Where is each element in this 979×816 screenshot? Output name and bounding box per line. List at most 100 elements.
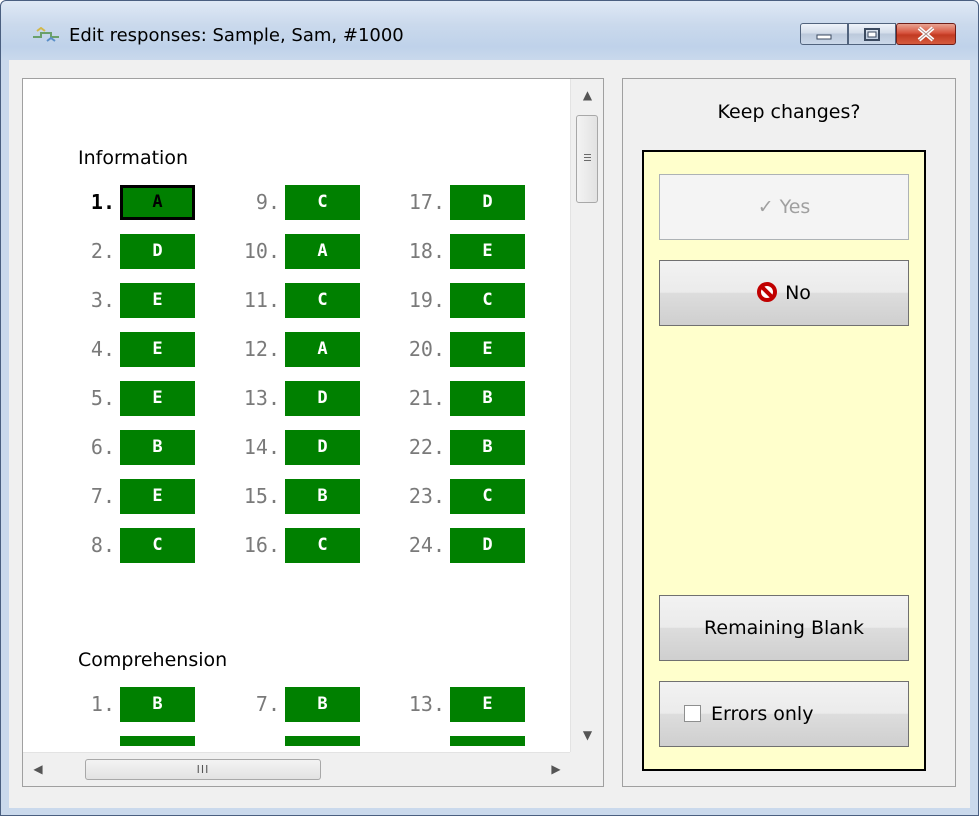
answer-box[interactable]: D xyxy=(285,381,360,416)
answer-box-partial[interactable] xyxy=(120,736,195,746)
answer-box[interactable]: C xyxy=(285,283,360,318)
response-item[interactable]: 23. C xyxy=(405,479,525,514)
answer-box[interactable]: E xyxy=(120,332,195,367)
response-item[interactable]: 24. D xyxy=(405,528,525,563)
scroll-left-arrow[interactable]: ◀ xyxy=(23,753,53,786)
response-item[interactable]: 9. C xyxy=(240,185,360,220)
response-item[interactable]: 22. B xyxy=(405,430,525,465)
title-bar: Edit responses: Sample, Sam, #1000 xyxy=(1,1,978,59)
errors-only-label: Errors only xyxy=(711,703,814,725)
response-item[interactable]: 15. B xyxy=(240,479,360,514)
answer-box-partial[interactable] xyxy=(285,736,360,746)
response-item[interactable]: 12. A xyxy=(240,332,360,367)
response-item[interactable]: 6. B xyxy=(75,430,195,465)
response-item[interactable]: 19. C xyxy=(405,283,525,318)
question-number: 6. xyxy=(90,435,115,459)
horizontal-scroll-thumb[interactable]: III xyxy=(85,759,321,780)
answer-box[interactable]: B xyxy=(450,430,525,465)
question-number: 5. xyxy=(90,386,115,410)
question-number: 2. xyxy=(90,239,115,263)
answer-box[interactable]: D xyxy=(120,234,195,269)
answer-box[interactable]: B xyxy=(120,430,195,465)
answer-box[interactable]: E xyxy=(450,234,525,269)
question-number: 3. xyxy=(90,288,115,312)
question-number: 7. xyxy=(255,692,280,716)
response-item[interactable]: 3. E xyxy=(75,283,195,318)
no-button[interactable]: No xyxy=(659,260,909,326)
question-number: 11. xyxy=(243,288,280,312)
question-number: 13. xyxy=(243,386,280,410)
answer-box[interactable]: B xyxy=(450,381,525,416)
remaining-blank-label: Remaining Blank xyxy=(704,617,864,639)
answer-box[interactable]: C xyxy=(285,528,360,563)
question-number: 7. xyxy=(90,484,115,508)
horizontal-scrollbar[interactable]: ◀ III ▶ xyxy=(23,752,571,786)
vertical-scroll-thumb[interactable] xyxy=(576,115,598,203)
answer-box[interactable]: E xyxy=(120,381,195,416)
response-item[interactable]: 14. D xyxy=(240,430,360,465)
question-number: 1. xyxy=(90,692,115,716)
response-item[interactable]: 13. E xyxy=(405,687,525,722)
prohibited-icon xyxy=(757,282,778,302)
answer-box[interactable]: A xyxy=(285,332,360,367)
response-item[interactable]: 2. D xyxy=(75,234,195,269)
answer-box[interactable]: E xyxy=(120,479,195,514)
yes-label: Yes xyxy=(779,196,811,218)
close-icon xyxy=(917,26,935,42)
question-number: 8. xyxy=(90,533,115,557)
response-item[interactable]: 16. C xyxy=(240,528,360,563)
answer-box[interactable]: A xyxy=(120,185,195,220)
response-item[interactable]: 5. E xyxy=(75,381,195,416)
scroll-right-arrow[interactable]: ▶ xyxy=(541,753,571,786)
answer-box[interactable]: A xyxy=(285,234,360,269)
answer-box[interactable]: D xyxy=(450,185,525,220)
response-item[interactable]: 1. A xyxy=(75,185,195,220)
question-number: 20. xyxy=(408,337,445,361)
restore-icon xyxy=(864,28,880,41)
close-button[interactable] xyxy=(896,23,956,45)
scrollbar-corner xyxy=(570,752,603,786)
response-item[interactable]: 1. B xyxy=(75,687,195,722)
answer-box[interactable]: B xyxy=(285,687,360,722)
errors-only-option[interactable]: Errors only xyxy=(659,681,909,747)
dialog-client: Information 1. A 2. D 3. E 4. E 5. E 6. B 7. E 8. C 9. C 10… xyxy=(9,60,970,808)
answer-box[interactable]: E xyxy=(450,332,525,367)
response-item[interactable]: 8. C xyxy=(75,528,195,563)
scroll-down-arrow[interactable]: ▼ xyxy=(571,719,604,752)
answer-box[interactable]: C xyxy=(120,528,195,563)
response-item[interactable]: 11. C xyxy=(240,283,360,318)
answer-box[interactable]: C xyxy=(450,479,525,514)
response-item[interactable]: 10. A xyxy=(240,234,360,269)
response-item[interactable]: 13. D xyxy=(240,381,360,416)
errors-only-checkbox[interactable] xyxy=(684,705,701,722)
scroll-up-arrow[interactable]: ▲ xyxy=(571,79,604,112)
answer-box[interactable]: D xyxy=(450,528,525,563)
yes-button[interactable]: ✓ Yes xyxy=(659,174,909,240)
minimize-icon xyxy=(816,34,832,40)
answer-box[interactable]: C xyxy=(285,185,360,220)
response-item[interactable]: 7. B xyxy=(240,687,360,722)
answer-box[interactable]: D xyxy=(285,430,360,465)
answer-box[interactable]: C xyxy=(450,283,525,318)
response-item[interactable]: 17. D xyxy=(405,185,525,220)
response-item[interactable]: 21. B xyxy=(405,381,525,416)
question-number: 4. xyxy=(90,337,115,361)
action-area: ✓ Yes No Remaining Blank Errors only xyxy=(642,150,926,771)
answer-box[interactable]: B xyxy=(285,479,360,514)
remaining-blank-button[interactable]: Remaining Blank xyxy=(659,595,909,661)
vertical-scrollbar[interactable]: ▲ ▼ xyxy=(570,79,603,752)
answer-box-partial[interactable] xyxy=(450,736,525,746)
response-item[interactable]: 7. E xyxy=(75,479,195,514)
response-item[interactable]: 18. E xyxy=(405,234,525,269)
minimize-button[interactable] xyxy=(800,23,848,45)
answer-box[interactable]: E xyxy=(450,687,525,722)
response-item[interactable]: 20. E xyxy=(405,332,525,367)
response-item[interactable]: 4. E xyxy=(75,332,195,367)
answer-box[interactable]: B xyxy=(120,687,195,722)
maximize-button[interactable] xyxy=(848,23,896,45)
question-number: 23. xyxy=(408,484,445,508)
question-number: 18. xyxy=(408,239,445,263)
answer-box[interactable]: E xyxy=(120,283,195,318)
question-number: 15. xyxy=(243,484,280,508)
question-number: 10. xyxy=(243,239,280,263)
